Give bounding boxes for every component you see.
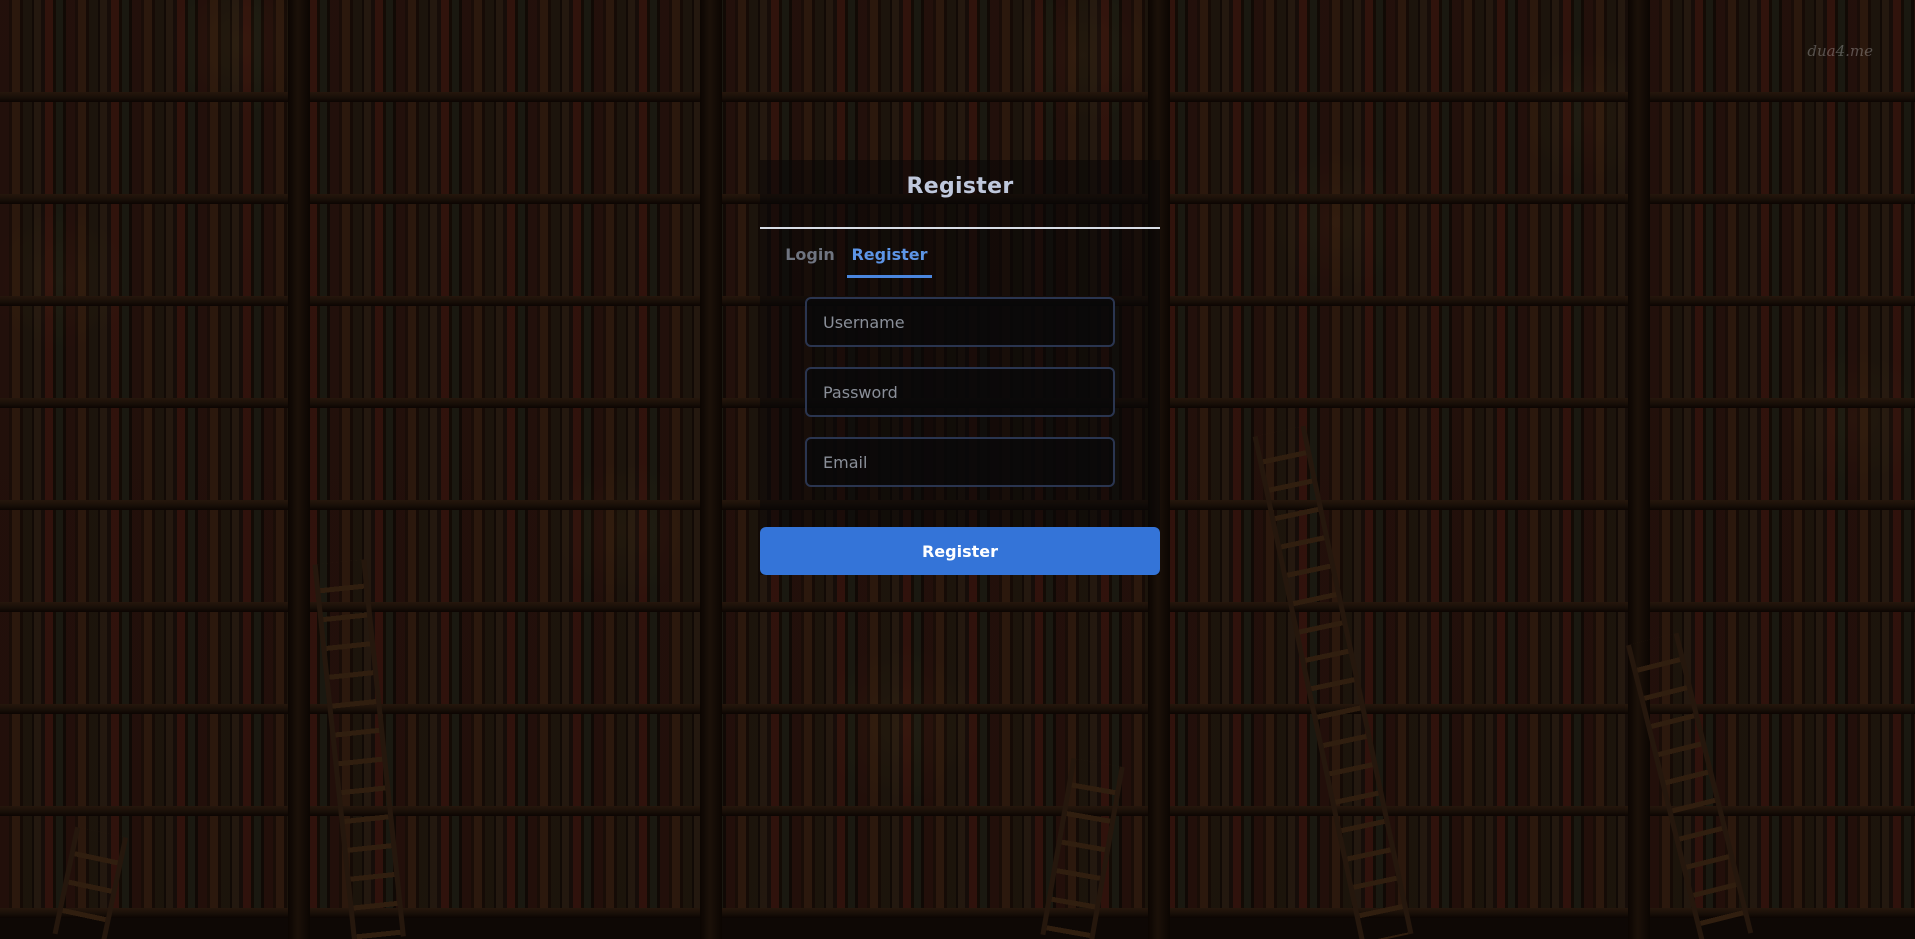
register-button[interactable]: Register: [760, 527, 1160, 575]
title-divider: [760, 227, 1160, 229]
library-background: dua4.me Register Login Register Register: [0, 0, 1915, 939]
email-field[interactable]: [805, 437, 1115, 487]
watermark: dua4.me: [1807, 42, 1873, 60]
tab-register[interactable]: Register: [847, 244, 932, 278]
username-field[interactable]: [805, 297, 1115, 347]
tab-login[interactable]: Login: [785, 244, 835, 278]
panel-title: Register: [906, 174, 1014, 199]
register-panel: Register Login Register Register: [760, 160, 1160, 575]
password-field[interactable]: [805, 367, 1115, 417]
